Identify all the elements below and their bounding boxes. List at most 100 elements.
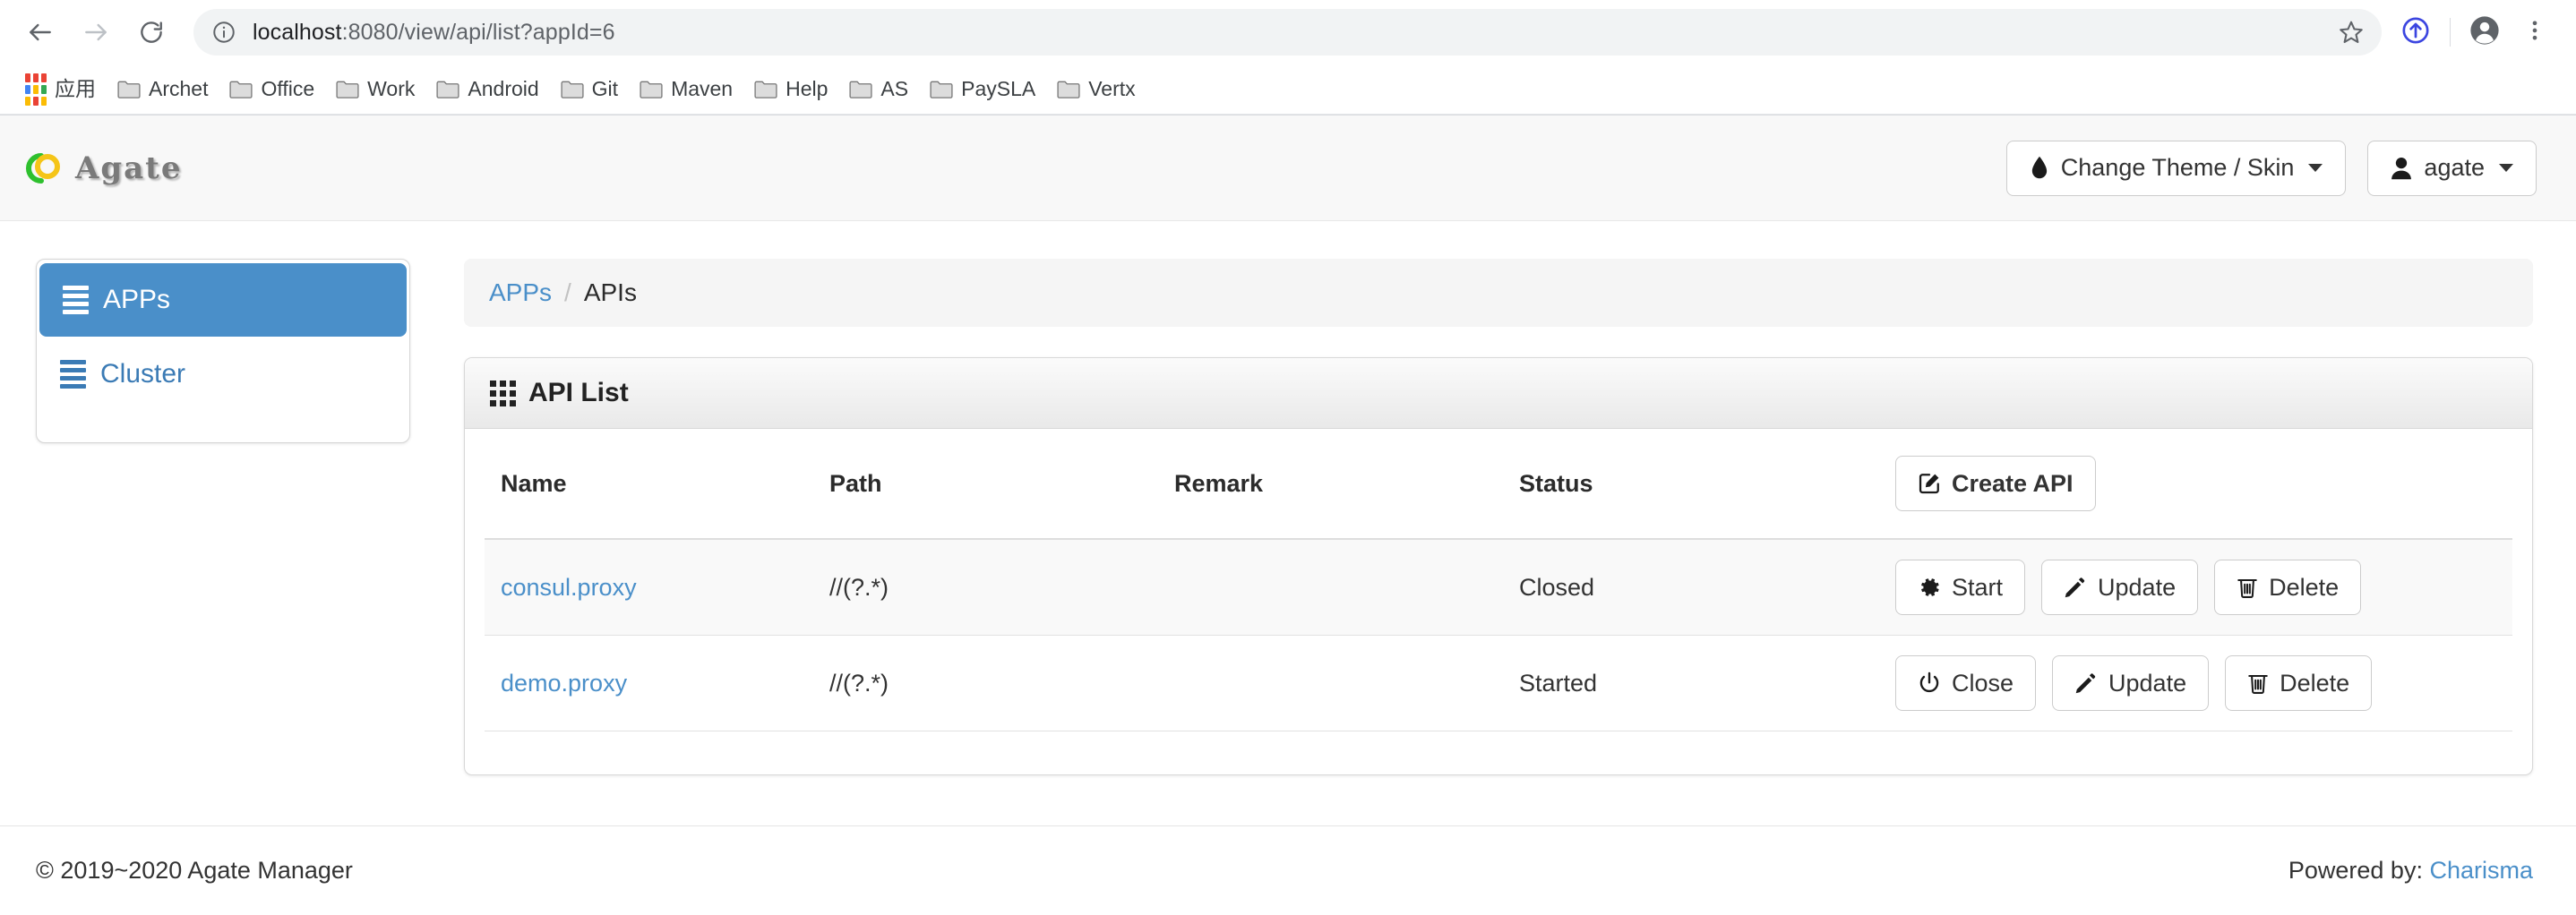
- update-button[interactable]: Update: [2052, 655, 2210, 711]
- table-row: demo.proxy //(?.*) Started Close Update …: [485, 635, 2513, 731]
- chevron-down-icon: [2499, 164, 2513, 172]
- folder-icon: [754, 80, 777, 99]
- column-header-remark: Remark: [1174, 429, 1519, 540]
- sidebar-item-apps[interactable]: APPs: [39, 263, 407, 337]
- column-header-status: Status: [1519, 429, 1895, 540]
- bookmark-paysla[interactable]: PaySLA: [919, 71, 1046, 108]
- bookmark-label: Office: [261, 77, 315, 100]
- bookmark-label: Git: [591, 77, 619, 100]
- panel-body: Name Path Remark Status Create API consu…: [465, 429, 2532, 774]
- column-header-actions: Create API: [1895, 429, 2513, 540]
- profile-button[interactable]: [2460, 7, 2510, 57]
- url-host: localhost: [253, 21, 342, 44]
- change-theme-label: Change Theme / Skin: [2060, 154, 2295, 181]
- delete-button[interactable]: Delete: [2214, 560, 2362, 615]
- bookmark-help[interactable]: Help: [743, 71, 838, 108]
- pencil-icon: [2074, 671, 2098, 695]
- delete-button[interactable]: Delete: [2225, 655, 2373, 711]
- browser-chrome: localhost:8080/view/api/list?appId=6 应用 …: [0, 0, 2576, 115]
- sidebar-item-cluster[interactable]: Cluster: [37, 337, 409, 412]
- header-actions: Change Theme / Skin agate: [2005, 140, 2537, 196]
- back-arrow-icon: [26, 18, 55, 47]
- trash-icon: [2237, 576, 2258, 599]
- brand-logo[interactable]: Agate: [25, 149, 183, 188]
- column-header-path: Path: [829, 429, 1174, 540]
- list-icon: [63, 286, 89, 314]
- api-table: Name Path Remark Status Create API consu…: [485, 429, 2513, 731]
- cell-status: Started: [1519, 635, 1895, 731]
- powered-by-label: Powered by:: [2288, 857, 2423, 884]
- brand-name: Agate: [75, 150, 183, 186]
- table-row: consul.proxy //(?.*) Closed Start Update…: [485, 539, 2513, 636]
- api-table-body: consul.proxy //(?.*) Closed Start Update…: [485, 539, 2513, 731]
- folder-icon: [849, 80, 872, 99]
- change-theme-button[interactable]: Change Theme / Skin: [2005, 140, 2347, 196]
- folder-icon: [1057, 80, 1080, 99]
- start-button[interactable]: Start: [1895, 560, 2026, 615]
- address-bar[interactable]: localhost:8080/view/api/list?appId=6: [193, 9, 2382, 56]
- user-menu-button[interactable]: agate: [2367, 140, 2537, 196]
- share-button[interactable]: [2391, 7, 2441, 57]
- sidebar-item-label: APPs: [103, 285, 171, 314]
- create-api-button[interactable]: Create API: [1895, 456, 2096, 511]
- bookmark-office[interactable]: Office: [219, 71, 325, 108]
- footer-copyright: © 2019~2020 Agate Manager: [36, 857, 353, 884]
- app-header: Agate Change Theme / Skin agate: [0, 115, 2576, 221]
- back-button[interactable]: [13, 4, 68, 60]
- delete-label: Delete: [2280, 669, 2350, 697]
- bookmark-apps[interactable]: 应用: [14, 71, 107, 108]
- cell-actions: Start Update Delete: [1895, 539, 2513, 636]
- footer-powered-by: Powered by: Charisma: [2288, 857, 2533, 885]
- power-icon: [1918, 671, 1941, 695]
- api-name-link[interactable]: consul.proxy: [501, 574, 637, 601]
- tint-droplet-icon: [2030, 156, 2049, 181]
- api-name-link[interactable]: demo.proxy: [501, 670, 627, 697]
- bookmark-label: 应用: [55, 77, 96, 100]
- profile-avatar-icon: [2469, 14, 2501, 51]
- info-circle-icon[interactable]: [211, 20, 236, 45]
- cell-actions: Close Update Delete: [1895, 635, 2513, 731]
- panel-header: API List: [465, 358, 2533, 429]
- page-body: APPs Cluster APPs / APIs API List Name P…: [0, 221, 2576, 808]
- reload-icon: [138, 19, 165, 46]
- update-label: Update: [2108, 669, 2187, 697]
- chrome-menu-button[interactable]: [2510, 7, 2560, 57]
- folder-icon: [436, 80, 459, 99]
- update-button[interactable]: Update: [2041, 560, 2199, 615]
- bookmark-maven[interactable]: Maven: [629, 71, 743, 108]
- content-area: APPs / APIs API List Name Path Remark St…: [464, 259, 2534, 808]
- delete-label: Delete: [2269, 573, 2340, 601]
- cell-path: //(?.*): [829, 539, 1174, 636]
- url-path: :8080/view/api/list?appId=6: [341, 21, 615, 44]
- bookmark-git[interactable]: Git: [550, 71, 629, 108]
- agate-logo-icon: [25, 149, 64, 188]
- create-api-label: Create API: [1952, 469, 2074, 497]
- bookmark-as[interactable]: AS: [838, 71, 919, 108]
- folder-icon: [561, 80, 584, 99]
- api-table-head: Name Path Remark Status Create API: [485, 429, 2513, 540]
- reload-button[interactable]: [124, 4, 179, 60]
- list-icon: [60, 360, 86, 389]
- bookmark-archet[interactable]: Archet: [107, 71, 219, 108]
- folder-icon: [117, 80, 141, 99]
- breadcrumb: APPs / APIs: [464, 259, 2534, 327]
- gear-icon: [1918, 576, 1941, 599]
- folder-icon: [640, 80, 663, 99]
- trash-icon: [2247, 671, 2269, 695]
- bookmark-label: PaySLA: [961, 77, 1036, 100]
- charisma-link[interactable]: Charisma: [2429, 857, 2533, 884]
- bookmarks-bar: 应用 Archet Office Work Android Git Maven …: [0, 64, 2576, 115]
- bookmark-star-icon[interactable]: [2330, 11, 2373, 54]
- page-footer: © 2019~2020 Agate Manager Powered by: Ch…: [0, 825, 2576, 915]
- forward-button[interactable]: [68, 4, 124, 60]
- close-label: Close: [1952, 669, 2014, 697]
- breadcrumb-apps-link[interactable]: APPs: [489, 280, 552, 305]
- column-header-name: Name: [485, 429, 829, 540]
- bookmark-work[interactable]: Work: [325, 71, 425, 108]
- bookmark-android[interactable]: Android: [425, 71, 549, 108]
- bookmark-vertx[interactable]: Vertx: [1046, 71, 1146, 108]
- folder-icon: [930, 80, 953, 99]
- start-label: Start: [1952, 573, 2004, 601]
- update-label: Update: [2098, 573, 2177, 601]
- close-button[interactable]: Close: [1895, 655, 2037, 711]
